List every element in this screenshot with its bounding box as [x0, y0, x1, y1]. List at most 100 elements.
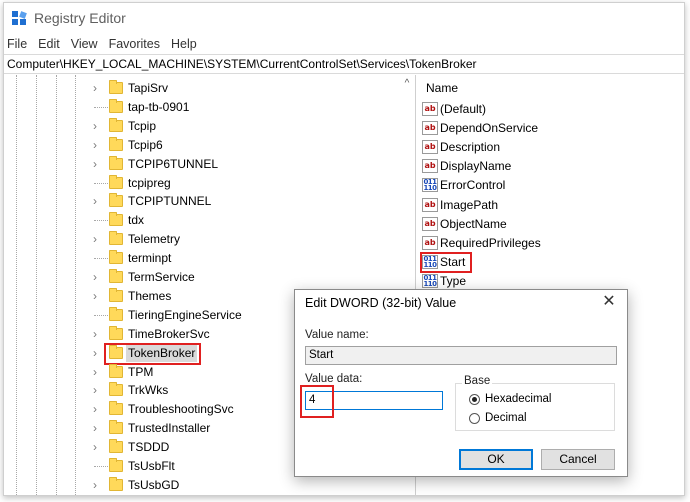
folder-icon [109, 155, 123, 170]
decimal-radio[interactable] [469, 413, 480, 424]
chevron-right-icon[interactable]: › [90, 233, 100, 245]
name-column-header[interactable]: Name [426, 81, 458, 95]
tree-item-tcpip6[interactable]: › Tcpip6 [4, 136, 404, 155]
menu-favorites[interactable]: Favorites [104, 35, 166, 53]
chevron-right-icon[interactable]: › [90, 328, 100, 340]
chevron-right-icon[interactable]: › [90, 422, 100, 434]
value-name: ImagePath [440, 197, 499, 212]
chevron-right-icon[interactable]: › [90, 120, 100, 132]
value-name: DependOnService [440, 121, 539, 136]
tree-item-termservice[interactable]: › TermService [4, 268, 404, 287]
folder-icon [109, 420, 123, 435]
tree-item-tcpipreg[interactable]: tcpipreg [4, 174, 404, 193]
menu-help[interactable]: Help [166, 35, 203, 53]
value-name: Description [440, 140, 501, 155]
string-value-icon: ab [422, 140, 438, 155]
chevron-right-icon[interactable]: › [90, 195, 100, 207]
tree-item-telemetry[interactable]: › Telemetry [4, 230, 404, 249]
folder-icon [109, 382, 123, 397]
string-value-icon: ab [422, 235, 438, 250]
edit-dword-dialog: Edit DWORD (32-bit) Value ✕ Value name: … [294, 289, 628, 477]
tree-item-terminpt[interactable]: terminpt [4, 249, 404, 268]
tree-item-label: TapiSrv [128, 81, 169, 95]
tree-item-tdx[interactable]: tdx [4, 211, 404, 230]
chevron-right-icon[interactable]: › [90, 403, 100, 415]
string-value-icon: ab [422, 197, 438, 212]
registry-editor-window: Registry Editor File Edit View Favorites Hel… [3, 2, 685, 496]
tree-item-label: TermService [128, 270, 195, 284]
tree-item-tcpip[interactable]: › Tcpip [4, 117, 404, 136]
tree-item-label: TimeBrokerSvc [128, 326, 210, 341]
value-name: Type [440, 273, 467, 288]
window-title: Registry Editor [34, 10, 126, 26]
tree-item-label: Telemetry [128, 232, 181, 247]
menu-edit[interactable]: Edit [33, 35, 66, 53]
value-name: DisplayName [440, 159, 512, 174]
value-data-label: Value data: [305, 373, 363, 385]
chevron-right-icon[interactable]: › [90, 384, 100, 396]
tree-item-label: TrkWks [128, 383, 169, 398]
dword-value-icon: 011 110 [422, 178, 438, 193]
menu-bar: File Edit View Favorites Help [4, 35, 684, 53]
value-name-field[interactable]: Start [305, 346, 617, 365]
folder-icon [109, 212, 123, 227]
base-groupbox [455, 383, 615, 431]
folder-icon [109, 401, 123, 416]
tree-item-tcpip6tunnel[interactable]: › TCPIP6TUNNEL [4, 155, 404, 174]
value-name: RequiredPrivileges [440, 235, 541, 250]
chevron-right-icon[interactable]: › [90, 347, 100, 359]
hexadecimal-radio[interactable] [469, 394, 480, 405]
scroll-up-icon[interactable]: ^ [401, 79, 413, 89]
value-item-description[interactable]: ab Description [422, 138, 672, 156]
value-item-imagepath[interactable]: ab ImagePath [422, 196, 672, 214]
hexadecimal-label[interactable]: Hexadecimal [485, 393, 551, 405]
folder-icon [109, 98, 123, 113]
tree-item-label: TsUsbGD [128, 477, 180, 492]
chevron-right-icon[interactable]: › [90, 479, 100, 491]
tree-connector [94, 182, 108, 184]
close-icon[interactable]: ✕ [599, 292, 619, 312]
tree-item-label: TPM [128, 364, 154, 379]
value-item-dependonservice[interactable]: ab DependOnService [422, 119, 672, 137]
address-bar[interactable]: Computer\HKEY_LOCAL_MACHINE\SYSTEM\Curre… [4, 54, 684, 74]
ok-button[interactable]: OK [459, 449, 533, 470]
tree-item-label: Tcpip [128, 118, 157, 133]
value-item-type[interactable]: 011 110 Type [422, 272, 672, 290]
folder-icon [109, 439, 123, 454]
tree-item-tsusbgd[interactable]: › TsUsbGD [4, 476, 404, 495]
value-name: ObjectName [440, 216, 507, 231]
menu-view[interactable]: View [66, 35, 104, 53]
folder-icon [109, 363, 123, 378]
tree-item-tapisrv[interactable]: › TapiSrv [4, 79, 404, 98]
chevron-right-icon[interactable]: › [90, 139, 100, 151]
tree-item-tap-tb-0901[interactable]: tap-tb-0901 [4, 98, 404, 117]
cancel-button[interactable]: Cancel [541, 449, 615, 470]
chevron-right-icon[interactable]: › [90, 366, 100, 378]
tree-connector [94, 258, 108, 260]
value-item-default[interactable]: ab (Default) [422, 100, 672, 118]
dialog-title: Edit DWORD (32-bit) Value [305, 296, 457, 310]
decimal-label[interactable]: Decimal [485, 412, 527, 424]
chevron-right-icon[interactable]: › [90, 271, 100, 283]
chevron-right-icon[interactable]: › [90, 441, 100, 453]
menu-file[interactable]: File [4, 35, 33, 53]
string-value-icon: ab [422, 216, 438, 231]
tree-connector [94, 314, 108, 316]
tree-item-label: TroubleshootingSvc [128, 402, 234, 417]
value-item-displayname[interactable]: ab DisplayName [422, 157, 672, 175]
folder-icon [109, 117, 123, 132]
chevron-right-icon[interactable]: › [90, 158, 100, 170]
base-label: Base [462, 375, 493, 387]
tree-connector [94, 220, 108, 222]
value-item-errorcontrol[interactable]: 011 110 ErrorControl [422, 176, 672, 194]
value-item-requiredprivileges[interactable]: ab RequiredPrivileges [422, 234, 672, 252]
value-name-label: Value name: [305, 329, 369, 341]
value-item-objectname[interactable]: ab ObjectName [422, 215, 672, 233]
chevron-right-icon[interactable]: › [90, 290, 100, 302]
chevron-right-icon[interactable]: › [90, 82, 100, 94]
tree-item-tunnel[interactable]: tunnel [4, 495, 404, 496]
tree-item-label: TCPIP6TUNNEL [128, 156, 219, 171]
tree-item-label: TieringEngineService [128, 307, 242, 322]
tree-item-tcpiptunnel[interactable]: › TCPIPTUNNEL [4, 192, 404, 211]
start-value-highlight [420, 251, 472, 273]
